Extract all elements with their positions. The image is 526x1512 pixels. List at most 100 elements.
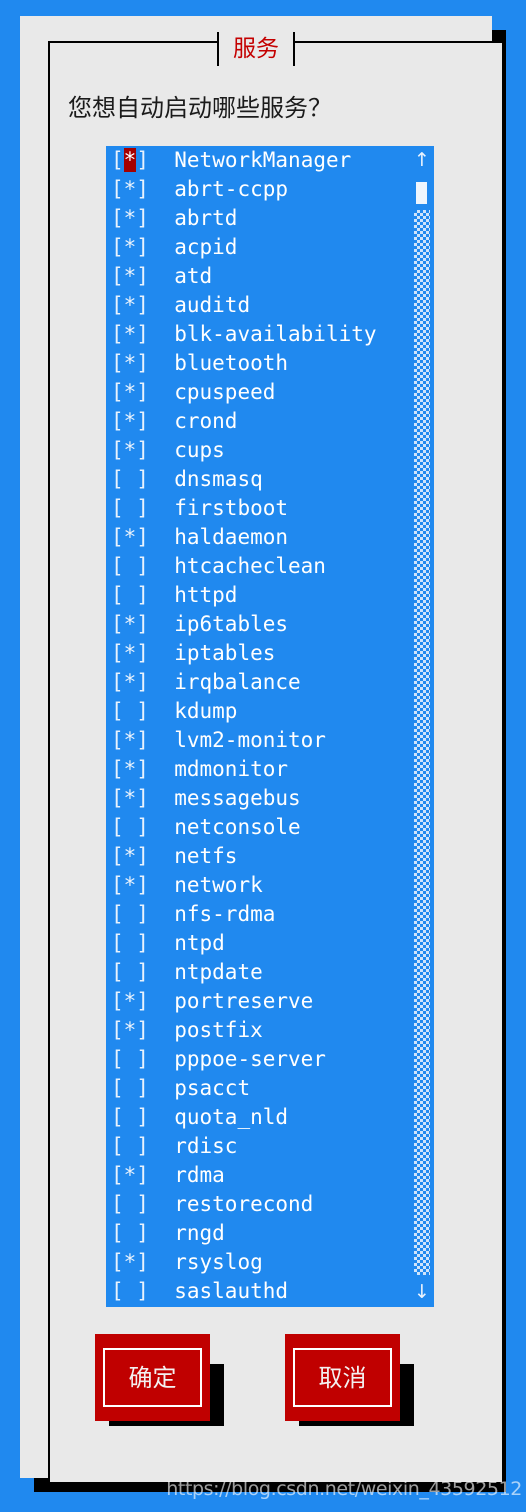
service-list-item[interactable]: [*] bluetooth (106, 349, 402, 378)
list-scrollbar[interactable]: ↑ ↓ (410, 146, 434, 1307)
cancel-button-face[interactable]: 取消 (285, 1334, 400, 1421)
service-checkbox[interactable]: [*] (111, 438, 149, 462)
service-list-item[interactable]: [ ] ntpd (106, 929, 402, 958)
service-list-item[interactable]: [ ] dnsmasq (106, 465, 402, 494)
scrollbar-thumb[interactable] (416, 182, 427, 204)
service-list-item[interactable]: [*] cups (106, 436, 402, 465)
service-list-item[interactable]: [ ] psacct (106, 1074, 402, 1103)
service-checkbox[interactable]: [*] (111, 380, 149, 404)
service-list-item[interactable]: [ ] rngd (106, 1219, 402, 1248)
service-list-item[interactable]: [*] iptables (106, 639, 402, 668)
row-spacer (149, 844, 174, 868)
row-spacer (149, 1163, 174, 1187)
service-checkbox[interactable]: [ ] (111, 1279, 149, 1303)
service-checkbox[interactable]: [*] (111, 177, 149, 201)
service-checkbox[interactable]: [*] (111, 670, 149, 694)
service-list[interactable]: [*] NetworkManager [*] abrt-ccpp [*] abrtd… (106, 146, 434, 1307)
ok-button-face[interactable]: 确定 (95, 1334, 210, 1421)
service-checkbox[interactable]: [*] (111, 728, 149, 752)
service-checkbox[interactable]: [*] (111, 757, 149, 781)
service-checkbox[interactable]: [*] (111, 322, 149, 346)
service-list-item[interactable]: [*] rdma (106, 1161, 402, 1190)
service-list-item[interactable]: [ ] firstboot (106, 494, 402, 523)
service-checkbox[interactable]: [ ] (111, 815, 149, 839)
service-checkbox[interactable]: [ ] (111, 496, 149, 520)
row-spacer (149, 322, 174, 346)
service-list-item[interactable]: [ ] netconsole (106, 813, 402, 842)
service-list-item[interactable]: [ ] restorecond (106, 1190, 402, 1219)
service-checkbox[interactable]: [ ] (111, 1047, 149, 1071)
service-list-item[interactable]: [*] crond (106, 407, 402, 436)
service-checkbox[interactable]: [*] (111, 1250, 149, 1274)
service-checkbox[interactable]: [*] (111, 1163, 149, 1187)
service-list-item[interactable]: [*] rsyslog (106, 1248, 402, 1277)
service-checkbox[interactable]: [ ] (111, 931, 149, 955)
service-list-item[interactable]: [*] portreserve (106, 987, 402, 1016)
scroll-up-arrow-icon[interactable]: ↑ (410, 146, 434, 175)
service-checkbox[interactable]: [ ] (111, 583, 149, 607)
service-list-item[interactable]: [*] auditd (106, 291, 402, 320)
service-checkbox[interactable]: [*] (111, 1018, 149, 1042)
service-checkbox[interactable]: [*] (111, 148, 149, 172)
service-checkbox[interactable]: [*] (111, 989, 149, 1013)
row-spacer (149, 351, 174, 375)
service-list-item[interactable]: [ ] kdump (106, 697, 402, 726)
scrollbar-trough[interactable] (414, 210, 430, 1275)
service-checkbox[interactable]: [*] (111, 235, 149, 259)
service-checkbox[interactable]: [*] (111, 844, 149, 868)
service-list-item[interactable]: [ ] nfs-rdma (106, 900, 402, 929)
service-list-item[interactable]: [ ] httpd (106, 581, 402, 610)
service-checkbox[interactable]: [*] (111, 641, 149, 665)
service-checkbox[interactable]: [ ] (111, 902, 149, 926)
service-list-item[interactable]: [*] cpuspeed (106, 378, 402, 407)
service-checkbox[interactable]: [*] (111, 409, 149, 433)
service-list-item[interactable]: [*] irqbalance (106, 668, 402, 697)
ok-button[interactable]: 确定 (95, 1334, 224, 1426)
service-checkbox[interactable]: [ ] (111, 1221, 149, 1245)
service-list-item[interactable]: [*] acpid (106, 233, 402, 262)
service-checkbox[interactable]: [*] (111, 206, 149, 230)
service-list-item[interactable]: [*] NetworkManager (106, 146, 402, 175)
service-list-item[interactable]: [*] atd (106, 262, 402, 291)
service-list-item[interactable]: [*] blk-availability (106, 320, 402, 349)
row-spacer (149, 873, 174, 897)
service-checkbox[interactable]: [ ] (111, 1192, 149, 1216)
cancel-button[interactable]: 取消 (285, 1334, 414, 1426)
service-checkbox[interactable]: [ ] (111, 1076, 149, 1100)
service-list-item[interactable]: [*] netfs (106, 842, 402, 871)
service-list-item[interactable]: [ ] htcacheclean (106, 552, 402, 581)
service-list-item[interactable]: [*] haldaemon (106, 523, 402, 552)
service-list-item[interactable]: [ ] ntpdate (106, 958, 402, 987)
service-list-item[interactable]: [*] abrtd (106, 204, 402, 233)
service-list-item[interactable]: [*] abrt-ccpp (106, 175, 402, 204)
scroll-down-arrow-icon[interactable]: ↓ (410, 1278, 434, 1307)
service-list-item[interactable]: [ ] saslauthd (106, 1277, 402, 1306)
service-list-item[interactable]: [*] messagebus (106, 784, 402, 813)
service-list-item[interactable]: [*] ip6tables (106, 610, 402, 639)
row-spacer (149, 583, 174, 607)
service-name-label: netfs (174, 844, 238, 868)
service-checkbox[interactable]: [*] (111, 264, 149, 288)
service-checkbox[interactable]: [ ] (111, 554, 149, 578)
service-name-label: rdisc (174, 1134, 238, 1158)
service-checkbox[interactable]: [ ] (111, 960, 149, 984)
service-checkbox[interactable]: [ ] (111, 699, 149, 723)
service-name-label: acpid (174, 235, 238, 259)
service-checkbox[interactable]: [*] (111, 351, 149, 375)
service-list-item[interactable]: [ ] pppoe-server (106, 1045, 402, 1074)
service-checkbox[interactable]: [*] (111, 786, 149, 810)
service-checkbox[interactable]: [*] (111, 612, 149, 636)
service-checkbox[interactable]: [*] (111, 525, 149, 549)
row-spacer (149, 1279, 174, 1303)
service-list-item[interactable]: [*] postfix (106, 1016, 402, 1045)
service-list-item[interactable]: [ ] quota_nld (106, 1103, 402, 1132)
service-checkbox[interactable]: [*] (111, 873, 149, 897)
service-list-item[interactable]: [*] mdmonitor (106, 755, 402, 784)
service-list-item[interactable]: [ ] rdisc (106, 1132, 402, 1161)
service-checkbox[interactable]: [ ] (111, 1105, 149, 1129)
service-checkbox[interactable]: [*] (111, 293, 149, 317)
service-list-item[interactable]: [*] lvm2-monitor (106, 726, 402, 755)
service-checkbox[interactable]: [ ] (111, 467, 149, 491)
service-checkbox[interactable]: [ ] (111, 1134, 149, 1158)
service-list-item[interactable]: [*] network (106, 871, 402, 900)
